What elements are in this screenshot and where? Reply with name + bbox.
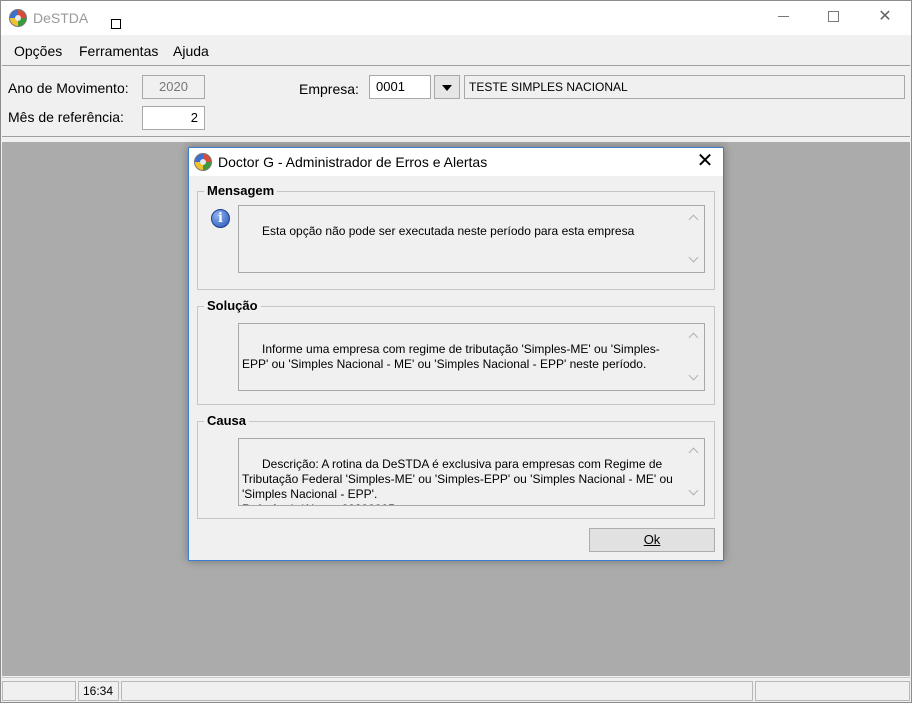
dialog-title: Doctor G - Administrador de Erros e Aler… [218, 154, 488, 170]
maximize-button[interactable] [807, 1, 859, 35]
causa-legend: Causa [204, 413, 250, 428]
dialog-title-bar[interactable]: Doctor G - Administrador de Erros e Aler… [189, 148, 723, 176]
status-cell-4 [755, 681, 910, 701]
status-time: 16:34 [78, 681, 119, 701]
status-bar: 16:34 [2, 677, 910, 702]
app-logo-icon [9, 9, 27, 27]
empresa-code-field[interactable]: 0001 [369, 75, 431, 99]
ok-button-label: Ok [643, 532, 661, 547]
dialog-close-button[interactable]: ✕ [689, 148, 721, 176]
mes-field[interactable]: 2 [142, 106, 205, 130]
mensagem-legend: Mensagem [204, 183, 278, 198]
menu-ajuda[interactable]: Ajuda [173, 43, 209, 59]
scroll-down-icon[interactable] [688, 488, 698, 498]
menu-ferramentas[interactable]: Ferramentas [79, 43, 158, 59]
solucao-group: Solução Informe uma empresa com regime d… [197, 298, 715, 405]
mensagem-text-content: Esta opção não pode ser executada neste … [262, 224, 635, 238]
menu-opcoes[interactable]: Opções [14, 43, 62, 59]
scroll-down-icon[interactable] [688, 373, 698, 383]
status-cell-3 [121, 681, 753, 701]
ok-button[interactable]: Ok [589, 528, 715, 552]
mes-label: Mês de referência: [8, 109, 124, 125]
close-icon: ✕ [696, 150, 714, 172]
ano-label: Ano de Movimento: [8, 80, 129, 96]
menu-bar: Opções Ferramentas Ajuda [1, 39, 911, 63]
mensagem-group: Mensagem i Esta opção não pode ser execu… [197, 183, 715, 290]
close-icon: ✕ [878, 8, 892, 25]
solucao-text-content: Informe uma empresa com regime de tribut… [242, 342, 660, 371]
status-cell-1 [2, 681, 76, 701]
title-bar[interactable]: DeSTDA ✕ [1, 1, 911, 35]
close-button[interactable]: ✕ [859, 1, 911, 35]
solucao-legend: Solução [204, 298, 261, 313]
scroll-up-icon[interactable] [688, 446, 698, 456]
causa-text-content: Descrição: A rotina da DeSTDA é exclusiv… [242, 457, 673, 505]
ano-field[interactable]: 2020 [142, 75, 205, 99]
empresa-name-field: TESTE SIMPLES NACIONAL [464, 75, 905, 99]
dialog-logo-icon [194, 153, 212, 171]
scroll-up-icon[interactable] [688, 213, 698, 223]
filter-panel: Ano de Movimento: 2020 Mês de referência… [2, 65, 910, 137]
causa-text[interactable]: Descrição: A rotina da DeSTDA é exclusiv… [238, 438, 705, 506]
title-marker-icon [111, 19, 121, 29]
empresa-label: Empresa: [299, 81, 359, 97]
minimize-icon [777, 16, 789, 18]
minimize-button[interactable] [757, 1, 809, 35]
maximize-icon [827, 11, 839, 23]
empresa-dropdown-button[interactable] [434, 75, 460, 99]
solucao-text[interactable]: Informe uma empresa com regime de tribut… [238, 323, 705, 391]
scroll-down-icon[interactable] [688, 255, 698, 265]
mensagem-text[interactable]: Esta opção não pode ser executada neste … [238, 205, 705, 273]
causa-group: Causa Descrição: A rotina da DeSTDA é ex… [197, 413, 715, 519]
error-dialog: Doctor G - Administrador de Erros e Aler… [188, 147, 724, 561]
scroll-up-icon[interactable] [688, 331, 698, 341]
window-title: DeSTDA [33, 10, 89, 26]
info-icon: i [211, 209, 230, 228]
